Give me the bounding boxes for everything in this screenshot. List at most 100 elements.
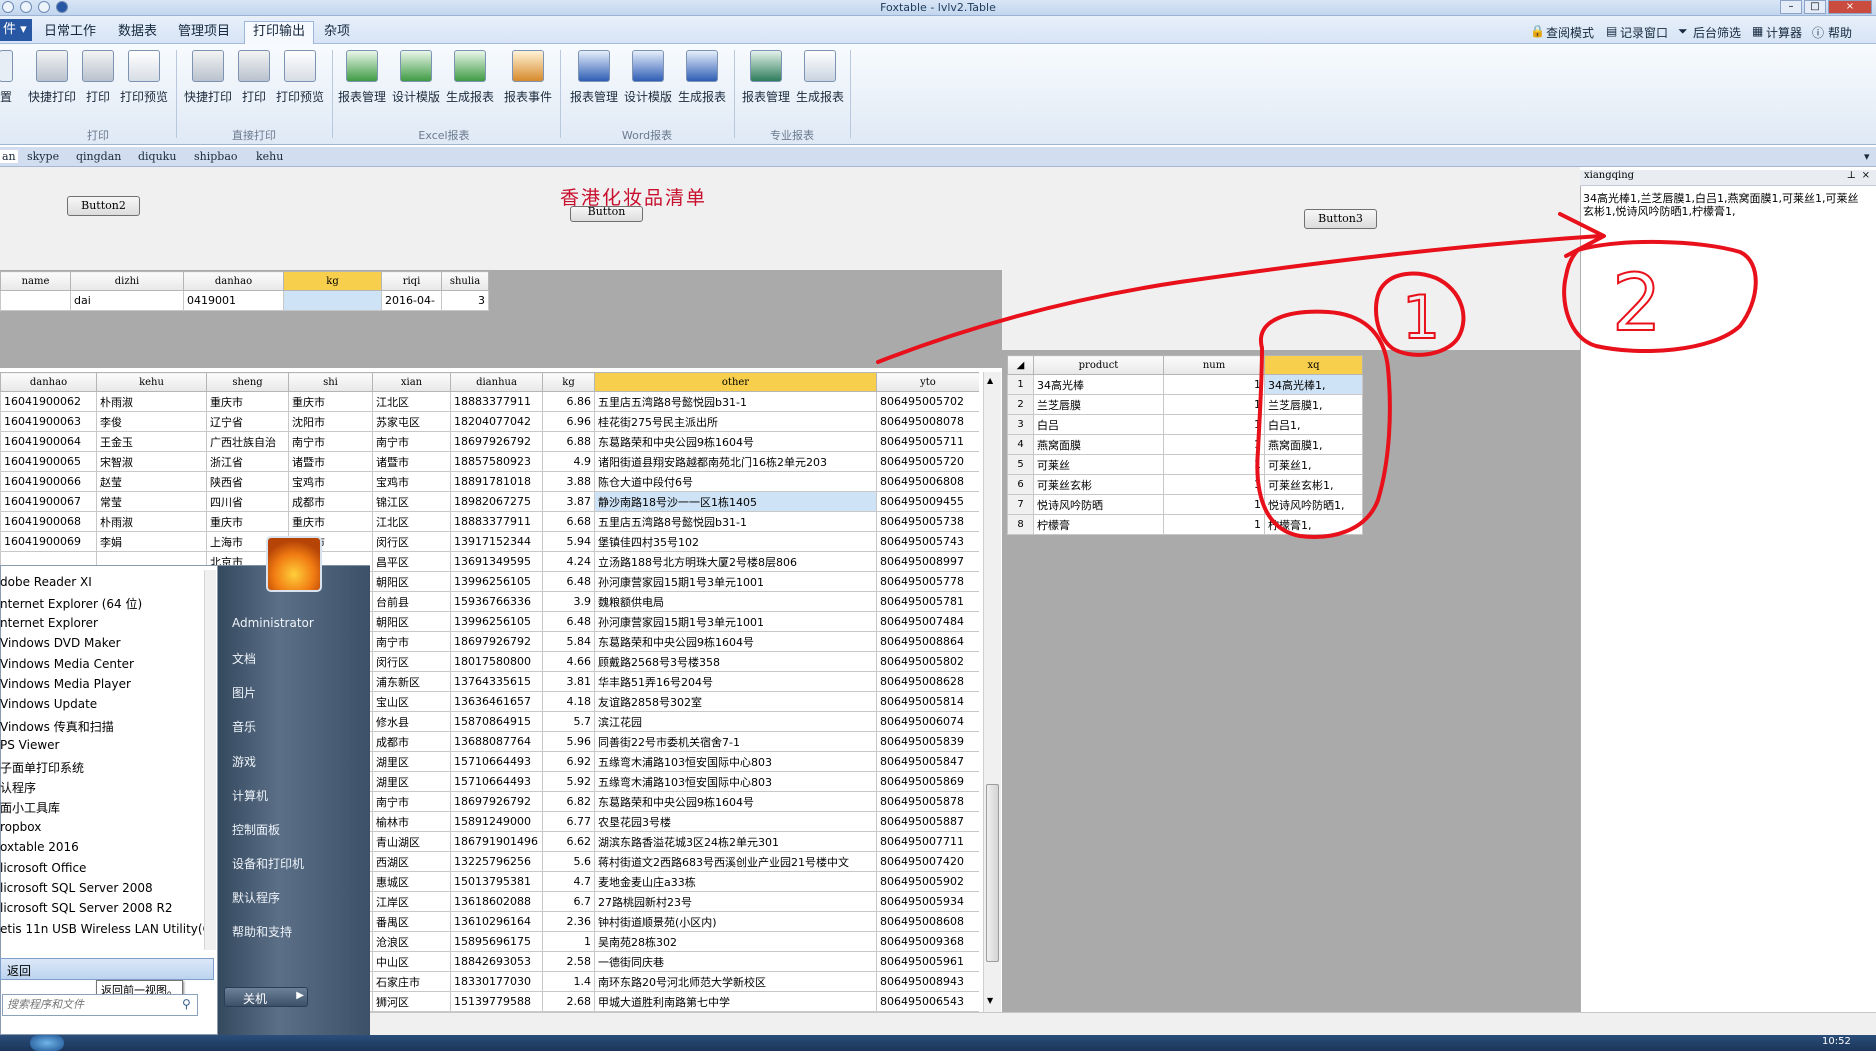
grid-cell[interactable]: 13764335615	[450, 671, 543, 692]
start-menu-right-item[interactable]: 设备和打印机	[232, 855, 304, 872]
grid-cell[interactable]: 东葛路荣和中央公园9栋1604号	[594, 431, 877, 452]
grid-cell[interactable]: 重庆市	[288, 511, 373, 532]
grid-cell[interactable]: 西湖区	[372, 851, 451, 872]
grid-cell[interactable]: 李俊	[96, 411, 207, 432]
table-row[interactable]: 16041900063 李俊 辽宁省 沈阳市 苏家屯区 18204077042 6.96 桂花…	[0, 411, 979, 432]
doc-tab-diquku[interactable]: diquku	[138, 150, 176, 163]
start-menu-program-item[interactable]: Vindows DVD Maker	[0, 636, 121, 650]
table-row[interactable]: 16041900064 王金玉 广西壮族自治 南宁市 南宁市 18697926792 6.8…	[0, 431, 979, 452]
grid-cell[interactable]: 5.94	[542, 531, 595, 552]
grid-cell[interactable]: 重庆市	[206, 511, 289, 532]
grid-cell[interactable]: 15936766336	[450, 591, 543, 612]
grid-cell[interactable]: 16041900067	[0, 491, 97, 512]
grid-cell[interactable]: 15139779588	[450, 991, 543, 1012]
grid-cell[interactable]: 34高光棒	[1033, 374, 1164, 395]
table-row[interactable]: 16041900068 朴雨淑 重庆市 重庆市 江北区 18883377911 6.68 五里…	[0, 511, 979, 532]
scroll-down-icon[interactable]: ▼	[987, 996, 993, 1005]
grid-cell[interactable]: 沈阳市	[288, 411, 373, 432]
start-menu-program-item[interactable]: ropbox	[0, 820, 41, 834]
table-row[interactable]: 16041900062 朴雨淑 重庆市 重庆市 江北区 18883377911 6.86 五里…	[0, 391, 979, 412]
ribbon-cut-button[interactable]: 置	[0, 50, 16, 110]
grid-cell[interactable]: 东葛路荣和中央公园9栋1604号	[594, 791, 877, 812]
grid-cell[interactable]: 13996256105	[450, 611, 543, 632]
main-grid-scrollbar[interactable]: ▲ ▼	[983, 372, 1001, 1012]
column-header[interactable]: name	[0, 271, 71, 291]
grid-cell[interactable]: 常莹	[96, 491, 207, 512]
start-menu-program-item[interactable]: 认程序	[0, 779, 36, 796]
grid-cell[interactable]: 台前县	[372, 591, 451, 612]
grid-cell[interactable]: 五缘弯木浦路103恒安国际中心803	[594, 771, 877, 792]
start-menu-back-button[interactable]: 返回	[0, 958, 214, 980]
grid-cell[interactable]: 806495005887	[876, 811, 979, 832]
file-menu-button[interactable]: 件 ▾	[0, 19, 32, 41]
grid-cell[interactable]: 宝鸡市	[288, 471, 373, 492]
grid-cell[interactable]: 燕窝面膜	[1033, 434, 1164, 455]
grid-cell[interactable]: 806495005902	[876, 871, 979, 892]
detail-text[interactable]: 34高光棒1,兰芝唇膜1,白吕1,燕窝面膜1,可莱丝1,可莱丝玄彬1,悦诗风吟防…	[1583, 192, 1863, 218]
grid-cell[interactable]: 湖里区	[372, 771, 451, 792]
grid-cell[interactable]: 1	[1163, 494, 1265, 515]
background-filter-link[interactable]: 后台筛选	[1693, 24, 1741, 41]
column-header[interactable]: kehu	[96, 372, 207, 392]
grid-cell[interactable]: 四川省	[206, 491, 289, 512]
grid-cell[interactable]: 806495005778	[876, 571, 979, 592]
column-header[interactable]: xian	[372, 372, 451, 392]
grid-cell[interactable]: 6.68	[542, 511, 595, 532]
grid-cell[interactable]: 柠檬膏	[1033, 514, 1164, 535]
grid-cell[interactable]: 闵行区	[372, 651, 451, 672]
start-menu-program-item[interactable]: licrosoft Office	[0, 861, 86, 875]
grid-cell[interactable]: 江北区	[372, 511, 451, 532]
grid-cell[interactable]: 闵行区	[372, 531, 451, 552]
grid-cell[interactable]: 诸暨市	[288, 451, 373, 472]
column-header[interactable]: danhao	[0, 372, 97, 392]
grid-cell[interactable]: 806495007484	[876, 611, 979, 632]
start-menu-right-item[interactable]: 控制面板	[232, 821, 280, 838]
start-menu-right-item[interactable]: Administrator	[232, 616, 314, 630]
grid-cell[interactable]: 2.58	[542, 951, 595, 972]
direct-quick-print-button[interactable]: 快捷打印	[180, 50, 236, 110]
grid-cell[interactable]: 白吕1,	[1264, 414, 1363, 435]
start-menu-right-item[interactable]: 音乐	[232, 718, 256, 735]
start-menu-program-item[interactable]: Vindows 传真和扫描	[0, 718, 114, 735]
start-menu-right-item[interactable]: 计算机	[232, 787, 268, 804]
grid-cell[interactable]: 16041900069	[0, 531, 97, 552]
start-menu-program-item[interactable]: nternet Explorer	[0, 616, 98, 630]
column-header[interactable]: sheng	[206, 372, 289, 392]
grid-cell[interactable]: 15710664493	[450, 771, 543, 792]
grid-cell[interactable]: 806495008078	[876, 411, 979, 432]
grid-cell[interactable]: 13225796256	[450, 851, 543, 872]
grid-cell[interactable]: 5.92	[542, 771, 595, 792]
grid-cell[interactable]: 1	[1163, 514, 1265, 535]
grid-cell[interactable]: 18697926792	[450, 631, 543, 652]
tab-misc[interactable]: 杂项	[316, 22, 358, 42]
maximize-icon[interactable]: □	[1804, 0, 1826, 14]
grid-cell[interactable]: 18697926792	[450, 431, 543, 452]
start-menu-program-item[interactable]: Vindows Update	[0, 697, 97, 711]
column-header[interactable]: num	[1163, 355, 1265, 375]
grid-cell[interactable]: 兰芝唇膜1,	[1264, 394, 1363, 415]
grid-cell[interactable]: 3.88	[542, 471, 595, 492]
grid-cell[interactable]: 可莱丝1,	[1264, 454, 1363, 475]
grid-cell[interactable]: 孙河康营家园15期1号3单元1001	[594, 571, 877, 592]
grid-cell[interactable]: 宋智淑	[96, 451, 207, 472]
grid-cell[interactable]: 昌平区	[372, 551, 451, 572]
grid-cell[interactable]: 静沙南路18号沙一一区1栋1405	[594, 491, 877, 512]
grid-cell[interactable]: 孙河康营家园15期1号3单元1001	[594, 611, 877, 632]
grid-cell[interactable]: 2.68	[542, 991, 595, 1012]
grid-cell[interactable]: 重庆市	[288, 391, 373, 412]
product-row[interactable]: 3 白吕 1 白吕1,	[1007, 414, 1363, 435]
grid-cell[interactable]: 4.7	[542, 871, 595, 892]
grid-cell[interactable]: 806495005711	[876, 431, 979, 452]
grid-cell[interactable]: 806495005814	[876, 691, 979, 712]
calculator-link[interactable]: 计算器	[1766, 24, 1802, 41]
direct-print-button[interactable]: 打印	[236, 50, 272, 110]
product-grid[interactable]: ◢ product num xq 1 34高光棒 1 34高光棒1, 2 兰芝唇膜 1 兰芝唇…	[1007, 355, 1363, 535]
grid-cell[interactable]: 1	[1163, 454, 1265, 475]
search-icon[interactable]: ⚲	[182, 997, 191, 1011]
grid-cell[interactable]: 1.4	[542, 971, 595, 992]
grid-cell[interactable]: 806495007420	[876, 851, 979, 872]
grid-cell[interactable]	[0, 290, 71, 311]
report-events-button[interactable]: 报表事件	[502, 50, 554, 110]
start-menu-program-item[interactable]: licrosoft SQL Server 2008 R2	[0, 901, 172, 915]
start-menu-program-item[interactable]: Vindows Media Player	[0, 677, 131, 691]
